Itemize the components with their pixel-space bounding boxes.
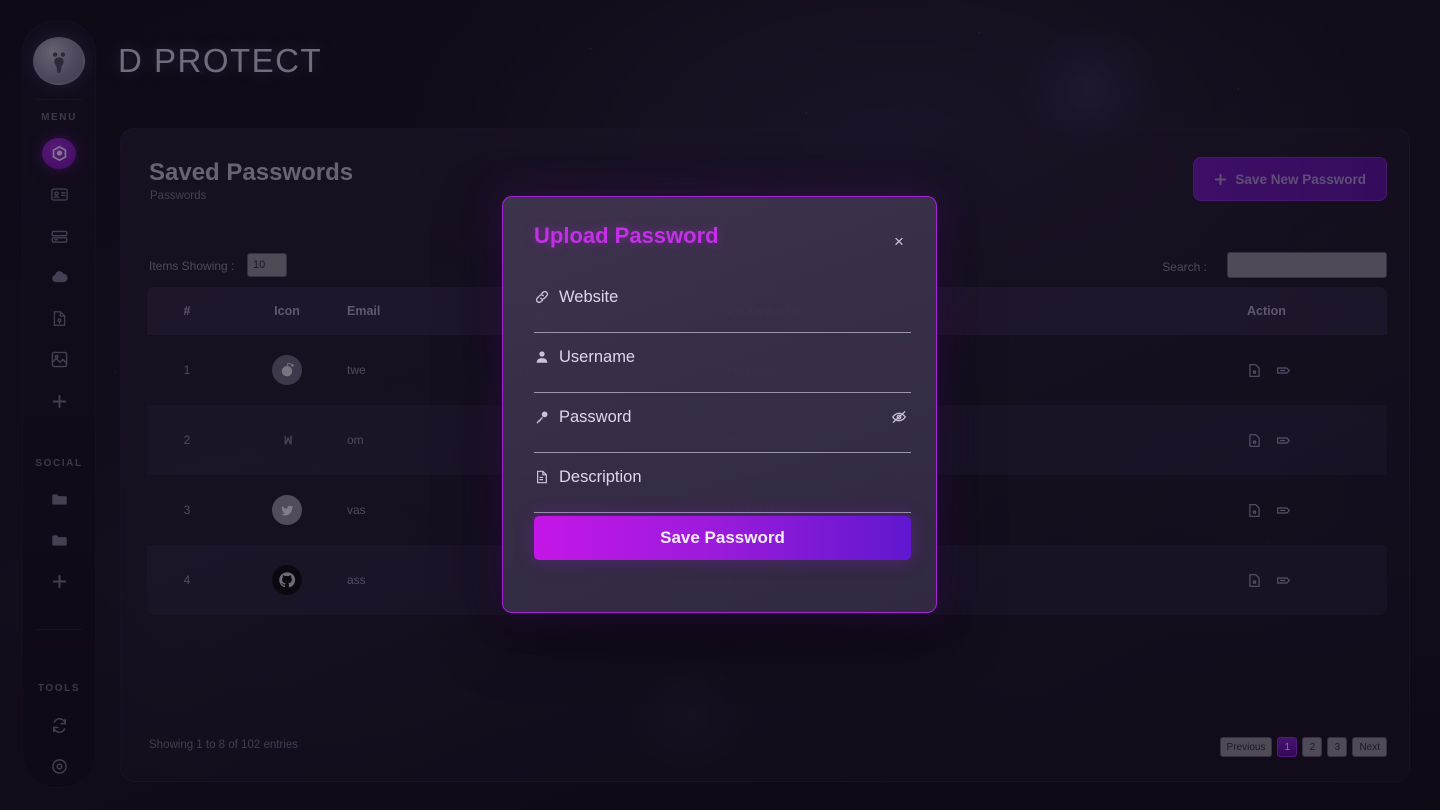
username-input[interactable] [559, 347, 911, 367]
username-field-group [534, 333, 911, 393]
upload-password-modal: Upload Password × Website Username Descr… [502, 196, 937, 613]
user-icon [534, 350, 550, 364]
modal-title: Upload Password [534, 223, 719, 248]
description-field-group [534, 453, 911, 513]
key-icon [534, 410, 550, 424]
link-icon [534, 290, 550, 304]
website-field-group [534, 273, 911, 333]
modal-fields [534, 273, 911, 513]
password-field-group [534, 393, 911, 453]
save-password-button[interactable]: Save Password [534, 516, 911, 560]
app-root: MENU SOCIAL TOOLS D PROTECT Saved Passwo… [0, 0, 1440, 810]
website-input[interactable] [559, 287, 911, 307]
eye-slash-icon[interactable] [891, 409, 911, 425]
close-icon[interactable]: × [890, 233, 908, 251]
document-icon [534, 470, 550, 484]
description-input[interactable] [559, 467, 911, 487]
password-input[interactable] [559, 407, 882, 427]
